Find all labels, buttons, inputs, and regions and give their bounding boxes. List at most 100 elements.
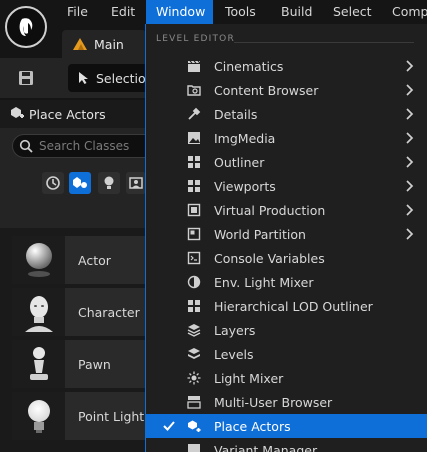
hlod-icon bbox=[187, 299, 201, 313]
menu-item-outliner[interactable]: Outliner bbox=[146, 150, 427, 174]
menu-build[interactable]: Build bbox=[271, 0, 322, 24]
menu-section-header: LEVEL EDITOR bbox=[156, 34, 235, 44]
menu-item-label: Levels bbox=[214, 346, 254, 362]
menu-item-place-actors[interactable]: Place Actors bbox=[146, 414, 427, 438]
menu-item-light-mixer[interactable]: Light Mixer bbox=[146, 366, 427, 390]
save-button[interactable] bbox=[14, 66, 38, 90]
recently-placed-icon bbox=[45, 175, 61, 191]
category-cinematic[interactable] bbox=[126, 172, 146, 194]
mannequin-head-icon bbox=[12, 288, 65, 336]
actor-label: Actor bbox=[78, 252, 111, 268]
menu-item-cinematics[interactable]: Cinematics bbox=[146, 54, 427, 78]
env-light-mixer-icon bbox=[187, 275, 201, 289]
menu-item-variant-manager[interactable]: Variant Manager bbox=[146, 438, 427, 452]
menu-edit[interactable]: Edit bbox=[101, 0, 145, 24]
menu-item-content-browser[interactable]: Content Browser bbox=[146, 78, 427, 102]
image-media-icon bbox=[187, 131, 201, 145]
lights-icon bbox=[101, 175, 117, 191]
category-recently-placed[interactable] bbox=[42, 172, 64, 194]
pawn-icon bbox=[12, 340, 65, 388]
submenu-arrow-icon bbox=[403, 203, 417, 217]
menu-item-multi-user-browser[interactable]: Multi-User Browser bbox=[146, 390, 427, 414]
search-classes-box[interactable] bbox=[12, 134, 146, 158]
section-divider bbox=[234, 42, 414, 43]
menu-item-label: Details bbox=[214, 106, 258, 122]
submenu-arrow-icon bbox=[403, 227, 417, 241]
light-mixer-icon bbox=[187, 371, 201, 385]
menu-comp[interactable]: Comp bbox=[382, 0, 427, 24]
tab-main-label: Main bbox=[94, 36, 124, 52]
place-actors-header[interactable]: Place Actors bbox=[0, 100, 146, 128]
sphere-icon bbox=[12, 236, 65, 284]
menu-item-label: Viewports bbox=[214, 178, 276, 194]
window-menu-dropdown: LEVEL EDITOR Cinematics Content Browser … bbox=[145, 24, 427, 452]
search-classes-input[interactable] bbox=[39, 139, 139, 153]
menu-item-details[interactable]: Details bbox=[146, 102, 427, 126]
menu-item-label: Layers bbox=[214, 322, 256, 338]
menu-item-label: Outliner bbox=[214, 154, 265, 170]
menu-item-world-partition[interactable]: World Partition bbox=[146, 222, 427, 246]
console-variables-icon bbox=[187, 251, 201, 265]
place-actors-icon bbox=[187, 419, 201, 433]
actor-item-pawn[interactable]: Pawn bbox=[12, 340, 146, 388]
menu-item-console-variables[interactable]: Console Variables bbox=[146, 246, 427, 270]
menu-item-label: Cinematics bbox=[214, 58, 284, 74]
actor-item-point-light[interactable]: Point Light bbox=[12, 392, 146, 440]
submenu-arrow-icon bbox=[403, 59, 417, 73]
menu-item-hlod-outliner[interactable]: Hierarchical LOD Outliner bbox=[146, 294, 427, 318]
levels-icon bbox=[187, 347, 201, 361]
menu-item-label: World Partition bbox=[214, 226, 306, 242]
content-browser-icon bbox=[187, 83, 201, 97]
menu-item-viewports[interactable]: Viewports bbox=[146, 174, 427, 198]
menu-item-label: Env. Light Mixer bbox=[214, 274, 314, 290]
save-icon bbox=[18, 70, 34, 86]
outliner-icon bbox=[187, 155, 201, 169]
menu-select[interactable]: Select bbox=[323, 0, 382, 24]
menu-item-label: Console Variables bbox=[214, 250, 325, 266]
category-basic[interactable] bbox=[69, 172, 91, 194]
menu-item-imgmedia[interactable]: ImgMedia bbox=[146, 126, 427, 150]
menu-tools[interactable]: Tools bbox=[215, 0, 266, 24]
place-actors-title: Place Actors bbox=[29, 106, 106, 122]
submenu-arrow-icon bbox=[403, 131, 417, 145]
menu-item-label: Virtual Production bbox=[214, 202, 326, 218]
character-label: Character bbox=[78, 304, 140, 320]
basic-shapes-icon bbox=[72, 175, 88, 191]
world-partition-icon bbox=[187, 227, 201, 241]
menu-item-levels[interactable]: Levels bbox=[146, 342, 427, 366]
submenu-arrow-icon bbox=[403, 83, 417, 97]
virtual-production-icon bbox=[187, 203, 201, 217]
menu-window[interactable]: Window bbox=[146, 0, 213, 24]
checkmark-icon bbox=[162, 419, 176, 433]
variant-manager-icon bbox=[187, 443, 201, 452]
select-arrow-icon bbox=[78, 71, 90, 85]
level-icon bbox=[72, 37, 88, 51]
category-lights[interactable] bbox=[98, 172, 120, 194]
viewports-icon bbox=[187, 179, 201, 193]
menu-item-layers[interactable]: Layers bbox=[146, 318, 427, 342]
search-icon bbox=[19, 139, 33, 153]
menu-item-label: ImgMedia bbox=[214, 130, 276, 146]
menu-item-label: Place Actors bbox=[214, 418, 291, 434]
menu-item-env-light-mixer[interactable]: Env. Light Mixer bbox=[146, 270, 427, 294]
menu-item-label: Hierarchical LOD Outliner bbox=[214, 298, 373, 314]
actor-item-character[interactable]: Character bbox=[12, 288, 146, 336]
layers-icon bbox=[187, 323, 201, 337]
cinematic-icon bbox=[129, 176, 143, 190]
menu-item-virtual-production[interactable]: Virtual Production bbox=[146, 198, 427, 222]
actor-item-actor[interactable]: Actor bbox=[12, 236, 146, 284]
clapper-icon bbox=[187, 59, 201, 73]
submenu-arrow-icon bbox=[403, 179, 417, 193]
submenu-arrow-icon bbox=[403, 155, 417, 169]
multi-user-icon bbox=[187, 395, 201, 409]
selection-mode-label: Selectio bbox=[96, 70, 146, 86]
pawn-label: Pawn bbox=[78, 356, 111, 372]
menu-item-label: Variant Manager bbox=[214, 443, 318, 452]
menu-file[interactable]: File bbox=[57, 0, 98, 24]
tab-main[interactable]: Main bbox=[62, 30, 146, 58]
menu-item-label: Multi-User Browser bbox=[214, 394, 333, 410]
unreal-logo-icon[interactable] bbox=[5, 6, 47, 48]
place-actors-tab-icon bbox=[9, 106, 25, 122]
details-icon bbox=[187, 107, 201, 121]
menu-item-label: Light Mixer bbox=[214, 370, 284, 386]
